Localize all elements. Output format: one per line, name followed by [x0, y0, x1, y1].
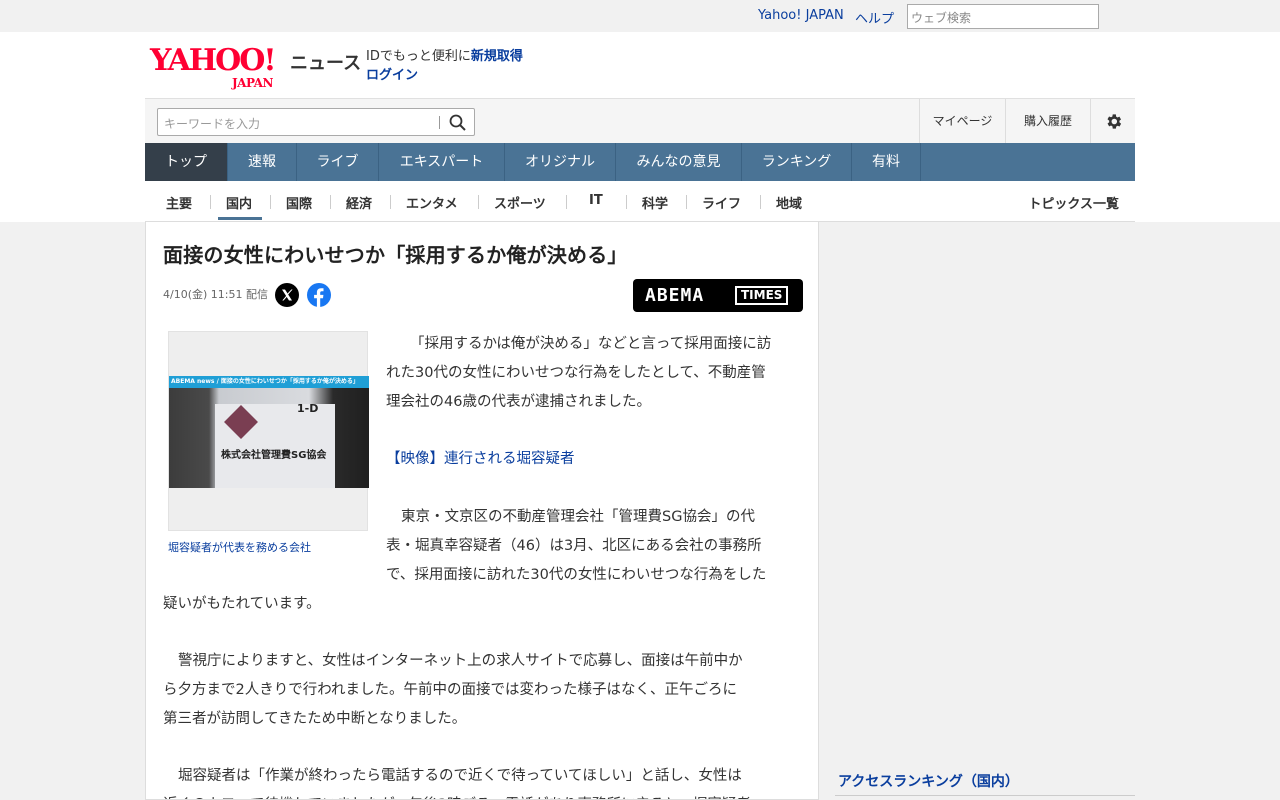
access-ranking-heading[interactable]: アクセスランキング（国内） [838, 771, 1019, 791]
ranking-divider [835, 795, 1135, 796]
paragraph-line: ら夕方まで2人きりで行われました。午前中の面接では変わった様子はなく、正午ごろに [163, 682, 737, 698]
abema-logo-badge: TIMES [735, 286, 789, 305]
keyword-placeholder: キーワードを入力 [164, 117, 261, 131]
paragraph-line: 第三者が訪問してきたため中断となりました。 [163, 711, 467, 727]
article-headline: 面接の女性にわいせつか「採用するか俺が決める」 [163, 243, 628, 267]
web-search-input[interactable]: ウェブ検索 [907, 4, 1099, 29]
divider [330, 195, 331, 209]
category-world[interactable]: 国際 [286, 193, 312, 212]
mypage-link[interactable]: マイページ [919, 99, 1005, 144]
category-domestic[interactable]: 国内 [226, 193, 252, 212]
news-ribbon-text: ABEMA news / 面接の女性にわいせつか「採用するか俺が決める」 [171, 378, 359, 385]
paragraph-line: れた30代の女性にわいせつな行為をしたとして、不動産管 [386, 365, 766, 381]
logo-main: YAHOO! [150, 43, 277, 78]
article-photo[interactable]: ABEMA news / 面接の女性にわいせつか「採用するか俺が決める」 1-D… [168, 331, 369, 531]
category-economy[interactable]: 経済 [346, 193, 372, 212]
room-number: 1-D [297, 402, 319, 415]
paragraph-line: 警視庁によりますと、女性はインターネット上の求人サイトで応募し、面接は午前中か [178, 653, 743, 669]
divider [566, 195, 567, 209]
yahoo-logo[interactable]: YAHOO! JAPAN [150, 43, 290, 90]
paragraph-line: 疑いがもたれています。 [163, 596, 321, 612]
category-it[interactable]: IT [589, 193, 603, 208]
category-entertainment[interactable]: エンタメ [406, 193, 458, 212]
main-nav: トップ 速報 ライブ エキスパート オリジナル みんなの意見 ランキング 有料 [145, 143, 1135, 181]
nav-tab-top[interactable]: トップ [145, 143, 228, 181]
nav-tab-original[interactable]: オリジナル [505, 143, 616, 181]
divider [478, 195, 479, 209]
category-nav: 主要 国内 国際 経済 エンタメ スポーツ IT 科学 ライフ 地域 トピックス… [145, 181, 1135, 222]
divider [686, 195, 687, 209]
category-life[interactable]: ライフ [702, 193, 741, 212]
x-share-icon[interactable] [275, 283, 299, 307]
category-science[interactable]: 科学 [642, 193, 668, 212]
keyword-search-input[interactable]: キーワードを入力 [157, 108, 475, 136]
paragraph-line: で、採用面接に訪れた30代の女性にわいせつな行為をした [386, 567, 767, 583]
gear-icon [1107, 114, 1122, 129]
abema-times-logo[interactable]: ABEMA TIMES [633, 279, 803, 312]
nav-tab-live[interactable]: ライブ [297, 143, 379, 181]
facebook-logo-icon [314, 288, 324, 307]
article-card: 面接の女性にわいせつか「採用するか俺が決める」 4/10(金) 11:51 配信… [145, 222, 819, 800]
office-sign-text: 株式会社管理費SG協会 [221, 450, 327, 461]
divider [270, 195, 271, 209]
nav-tab-ranking[interactable]: ランキング [742, 143, 852, 181]
help-link[interactable]: ヘルプ [855, 8, 894, 27]
paragraph-line: 理会社の46歳の代表が逮捕されました。 [386, 394, 651, 410]
nav-tab-expert[interactable]: エキスパート [379, 143, 505, 181]
service-name[interactable]: ニュース [290, 49, 361, 75]
nav-tab-opinions[interactable]: みんなの意見 [616, 143, 742, 181]
x-logo-icon [282, 289, 293, 301]
id-promo-text: IDでもっと便利に [366, 49, 471, 64]
divider [626, 195, 627, 209]
search-divider [439, 116, 440, 129]
id-promo: IDでもっと便利に新規取得 ログイン [366, 47, 523, 85]
nav-tab-breaking[interactable]: 速報 [228, 143, 297, 181]
photo-caption[interactable]: 堀容疑者が代表を務める会社 [168, 539, 311, 555]
facebook-share-icon[interactable] [307, 283, 331, 307]
settings-button[interactable] [1090, 99, 1135, 144]
logo-sub: JAPAN [232, 76, 273, 90]
category-sports[interactable]: スポーツ [494, 193, 546, 212]
search-row: キーワードを入力 マイページ 購入履歴 [145, 98, 1135, 144]
register-link[interactable]: 新規取得 [471, 49, 523, 64]
purchase-history-link[interactable]: 購入履歴 [1005, 99, 1090, 144]
divider [210, 195, 211, 209]
utility-bar: Yahoo! JAPAN ヘルプ ウェブ検索 [145, 0, 1135, 32]
yahoo-japan-link[interactable]: Yahoo! JAPAN [758, 8, 844, 23]
topics-list-link[interactable]: トピックス一覧 [1028, 193, 1119, 212]
category-main[interactable]: 主要 [166, 193, 192, 212]
paragraph-line: 堀容疑者は「作業が終わったら電話するので近くで待っていてほしい」と話し、女性は [178, 768, 742, 784]
search-icon[interactable] [448, 113, 468, 133]
paragraph-line: 近くのカフェで待機していましたが、午後3時ごろ、電話があり事務所に戻ると、堀容疑… [163, 791, 751, 799]
site-header: YAHOO! JAPAN ニュース IDでもっと便利に新規取得 ログイン [145, 32, 1135, 98]
divider [760, 195, 761, 209]
active-category-indicator [218, 217, 262, 220]
divider [390, 195, 391, 209]
paragraph-line: 「採用するかは俺が決める」などと言って採用面接に訪 [410, 336, 772, 352]
category-local[interactable]: 地域 [776, 193, 802, 212]
article-image: ABEMA news / 面接の女性にわいせつか「採用するか俺が決める」 1-D… [169, 376, 369, 488]
nav-tab-paid[interactable]: 有料 [852, 143, 921, 181]
abema-logo-text: ABEMA [645, 285, 705, 306]
video-link[interactable]: 【映像】連行される堀容疑者 [386, 445, 575, 474]
paragraph-line: 東京・文京区の不動産管理会社「管理費SG協会」の代 [401, 509, 755, 525]
login-link[interactable]: ログイン [366, 66, 523, 85]
article-date: 4/10(金) 11:51 配信 [163, 288, 268, 301]
paragraph-line: 表・堀真幸容疑者（46）は3月、北区にある会社の事務所 [386, 538, 762, 554]
